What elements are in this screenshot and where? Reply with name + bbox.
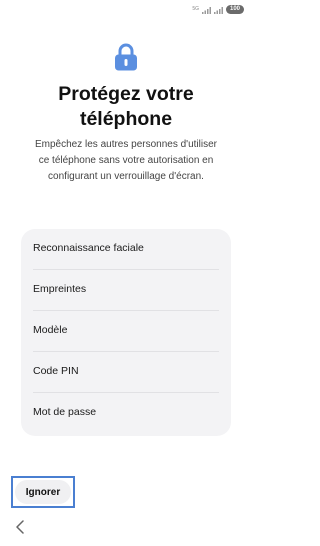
option-password[interactable]: Mot de passe: [21, 393, 231, 434]
option-label: Mot de passe: [33, 406, 97, 418]
page-description: Empêchez les autres personnes d'utiliser…: [14, 137, 238, 185]
option-pattern[interactable]: Modèle: [21, 311, 231, 352]
lock-screen-setup: 5G 100 Protégez votre téléphone Empêchez: [0, 0, 252, 546]
description-line-3: configurant un verrouillage d'écran.: [48, 171, 204, 182]
option-label: Code PIN: [33, 365, 79, 377]
option-label: Reconnaissance faciale: [33, 242, 144, 254]
option-label: Empreintes: [33, 283, 87, 295]
signal-icon: [202, 6, 211, 14]
status-bar: 5G 100: [0, 0, 252, 22]
description-line-1: Empêchez les autres personnes d'utiliser: [34, 139, 217, 150]
option-face-recognition[interactable]: Reconnaissance faciale: [21, 229, 231, 270]
option-pin[interactable]: Code PIN: [21, 352, 231, 393]
page-title-line-1: Protégez votre: [58, 83, 194, 105]
page-title-line-2: téléphone: [79, 108, 173, 130]
network-type-label: 5G: [192, 6, 199, 12]
option-fingerprints[interactable]: Empreintes: [21, 270, 231, 311]
lock-icon: [115, 43, 137, 71]
page-title: Protégez votre téléphone: [0, 82, 252, 132]
signal-icon-secondary: [214, 6, 223, 14]
description-line-2: ce téléphone sans votre autorisation en: [38, 155, 214, 166]
status-icons: 5G 100: [192, 5, 244, 14]
option-label: Modèle: [33, 324, 68, 336]
battery-indicator: 100: [226, 5, 244, 14]
chevron-left-icon[interactable]: [14, 520, 26, 534]
lock-type-options: Reconnaissance faciale Empreintes Modèle…: [21, 229, 231, 436]
skip-button[interactable]: Ignorer: [15, 480, 71, 504]
